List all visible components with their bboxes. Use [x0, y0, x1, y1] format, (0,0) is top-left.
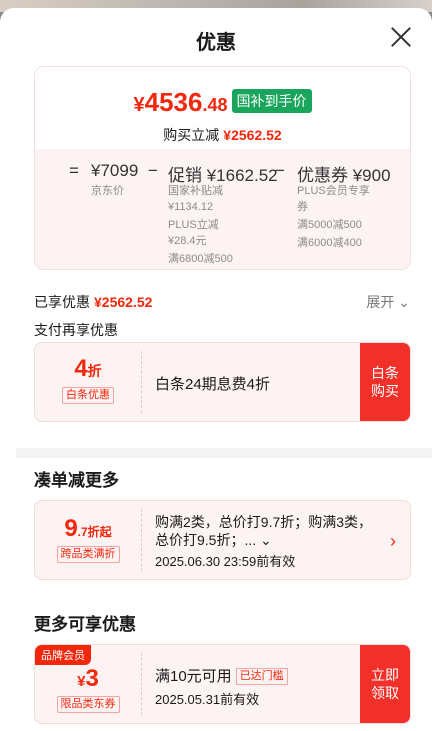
coupon-expiry: 2025.05.31前有效: [155, 692, 260, 707]
coupon-value: ¥3: [77, 665, 99, 692]
coupon-value: 4折: [74, 355, 102, 382]
baitiao-buy-button[interactable]: 白条 购买: [360, 343, 410, 421]
sheet-title: 优惠: [196, 32, 236, 54]
coupon-tag: 白条优惠: [62, 387, 114, 404]
equals-sign: =: [69, 161, 79, 180]
sheet-header: 优惠: [0, 8, 432, 66]
coupon-line: 满6000减400: [297, 237, 362, 249]
price-formula: = ¥7099 京东价 − 促销 ¥1662.52 国家补贴减 ¥1134.12…: [35, 149, 410, 269]
coupon-line: PLUS会员专享: [297, 185, 370, 197]
expand-button[interactable]: 展开 ⌄: [366, 292, 410, 312]
coupon-divider: [141, 351, 142, 413]
chevron-down-icon[interactable]: ⌄: [260, 532, 272, 548]
section-title: 更多可享优惠: [34, 615, 136, 634]
chevron-right-icon[interactable]: ›: [390, 531, 396, 552]
price-breakdown-card: ¥4536.48 国补到手价 购买立减 ¥2562.52 = ¥7099 京东价 −…: [34, 66, 411, 270]
discount-sheet: 优惠 ¥4536.48 国补到手价 购买立减 ¥2562.52 = ¥7099 京东…: [0, 8, 432, 731]
coupon-value-area: 4折 白条优惠: [35, 343, 141, 421]
chevron-down-icon: ⌄: [398, 294, 410, 310]
coupon-value: 9.7折起: [64, 515, 112, 542]
coupon-tag: 跨品类满折: [56, 546, 120, 563]
coupon-divider: [141, 509, 142, 571]
promo-line: 国家补贴减: [168, 185, 223, 197]
section-separator: [16, 448, 432, 458]
coupon-description: 满10元可用 已达门槛: [155, 665, 288, 686]
minus-sign: −: [148, 161, 158, 180]
final-price-area: ¥4536.48 国补到手价 购买立减 ¥2562.52: [35, 67, 410, 149]
coupon-description: 白条24期息费4折: [155, 376, 271, 393]
instant-discount: 购买立减 ¥2562.52: [163, 127, 282, 143]
cross-category-coupon[interactable]: 9.7折起 跨品类满折 购满2类，总价打9.7折；购满3类，总价打9.5折；..…: [34, 500, 411, 580]
final-price-row: ¥4536.48 国补到手价: [35, 87, 410, 118]
enjoyed-discount: 已享优惠 ¥2562.52: [34, 294, 153, 310]
threshold-reached-badge: 已达门槛: [235, 668, 288, 685]
coupon-tag: 限品类东券: [56, 696, 120, 713]
coupon-description: 购满2类，总价打9.7折；购满3类，总价打9.5折；... ⌄: [155, 514, 373, 548]
promo-line: ¥28.4元: [168, 235, 207, 247]
claim-button[interactable]: 立即 领取: [360, 645, 410, 723]
baitiao-coupon[interactable]: 4折 白条优惠 白条24期息费4折 白条 购买: [34, 342, 411, 422]
section-title: 凑单减更多: [34, 471, 119, 490]
promo-line: 满6800减500: [168, 253, 233, 265]
coupon-line: 券: [297, 201, 308, 213]
coupon-expiry: 2025.06.30 23:59前有效: [155, 554, 296, 569]
gov-subsidy-badge: 国补到手价: [231, 89, 312, 113]
coupon-divider: [141, 653, 142, 715]
pay-more-label: 支付再享优惠: [34, 322, 118, 338]
coupon-value-area: 9.7折起 跨品类满折: [35, 501, 141, 579]
jd-price-label: 京东价: [91, 185, 124, 197]
minus-sign: −: [275, 161, 285, 180]
brand-coupon[interactable]: ¥3 限品类东券 品牌会员 满10元可用 已达门槛 2025.05.31前有效 立…: [34, 644, 411, 724]
final-price: ¥4536.48: [133, 87, 228, 117]
promo-line: ¥1134.12: [168, 201, 214, 213]
coupon-line: 满5000减500: [297, 219, 362, 231]
brand-member-badge: 品牌会员: [35, 645, 91, 665]
jd-price: ¥7099: [91, 161, 139, 180]
promo-line: PLUS立减: [168, 219, 219, 231]
close-icon[interactable]: [390, 26, 412, 48]
